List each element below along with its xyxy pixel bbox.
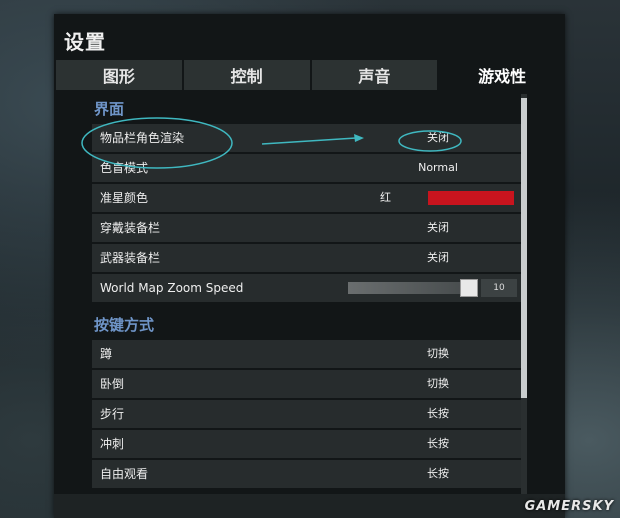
setting-label: 冲刺 <box>100 437 125 451</box>
zoom-slider-track[interactable] <box>348 282 478 294</box>
setting-label: 准星颜色 <box>100 191 149 205</box>
setting-row-crouch[interactable]: 蹲 切换 <box>92 340 525 368</box>
setting-value[interactable]: 关闭 <box>362 124 514 152</box>
setting-row-walk[interactable]: 步行 长按 <box>92 400 525 428</box>
setting-value[interactable]: 关闭 <box>362 214 514 242</box>
tab-controls[interactable]: 控制 <box>183 60 310 90</box>
bottom-bar <box>54 494 565 518</box>
watermark: GAMERSKY <box>524 499 614 514</box>
tab-sound[interactable]: 声音 <box>311 60 438 90</box>
settings-list: 界面 物品栏角色渲染 关闭 色盲模式 Normal 准星颜色 红 穿戴装备栏 关… <box>80 90 525 492</box>
setting-row-freelook[interactable]: 自由观看 长按 <box>92 460 525 488</box>
tab-gameplay[interactable]: 游戏性 <box>439 60 565 90</box>
setting-label: 蹲 <box>100 347 113 361</box>
setting-row-prone[interactable]: 卧倒 切换 <box>92 370 525 398</box>
setting-label: 步行 <box>100 407 125 421</box>
setting-label: 穿戴装备栏 <box>100 221 161 235</box>
scrollbar[interactable] <box>521 94 527 496</box>
setting-row-wear-equipment[interactable]: 穿戴装备栏 关闭 <box>92 214 525 242</box>
section-title-keybind: 按键方式 <box>94 316 155 334</box>
setting-label: World Map Zoom Speed <box>100 281 244 295</box>
setting-label: 物品栏角色渲染 <box>100 131 185 145</box>
tab-bar: 图形 控制 声音 游戏性 <box>56 60 565 90</box>
setting-row-world-map-zoom[interactable]: World Map Zoom Speed 10 <box>92 274 525 302</box>
color-name: 红 <box>380 191 391 204</box>
zoom-slider-thumb[interactable] <box>460 279 478 297</box>
setting-value[interactable]: 切换 <box>362 340 514 368</box>
setting-row-crosshair-color[interactable]: 准星颜色 红 <box>92 184 525 212</box>
setting-row-inventory-render[interactable]: 物品栏角色渲染 关闭 <box>92 124 525 152</box>
setting-value[interactable]: 长按 <box>362 430 514 458</box>
setting-value[interactable]: 长按 <box>362 400 514 428</box>
setting-row-sprint[interactable]: 冲刺 长按 <box>92 430 525 458</box>
setting-value[interactable]: 切换 <box>362 370 514 398</box>
setting-value[interactable]: 关闭 <box>362 244 514 272</box>
setting-label: 武器装备栏 <box>100 251 161 265</box>
setting-label: 色盲模式 <box>100 161 149 175</box>
setting-row-colorblind[interactable]: 色盲模式 Normal <box>92 154 525 182</box>
settings-panel: 设置 图形 控制 声音 游戏性 界面 物品栏角色渲染 关闭 色盲模式 Norma… <box>54 14 565 518</box>
tab-graphics[interactable]: 图形 <box>56 60 182 90</box>
page-title: 设置 <box>64 30 106 54</box>
setting-label: 卧倒 <box>100 377 125 391</box>
setting-value[interactable]: Normal <box>362 154 514 182</box>
setting-row-weapon-equipment[interactable]: 武器装备栏 关闭 <box>92 244 525 272</box>
zoom-value-box[interactable]: 10 <box>481 279 517 297</box>
color-swatch[interactable] <box>428 191 514 205</box>
setting-value[interactable]: 长按 <box>362 460 514 488</box>
section-title-interface: 界面 <box>94 100 125 118</box>
scrollbar-thumb[interactable] <box>521 98 527 398</box>
setting-label: 自由观看 <box>100 467 149 481</box>
